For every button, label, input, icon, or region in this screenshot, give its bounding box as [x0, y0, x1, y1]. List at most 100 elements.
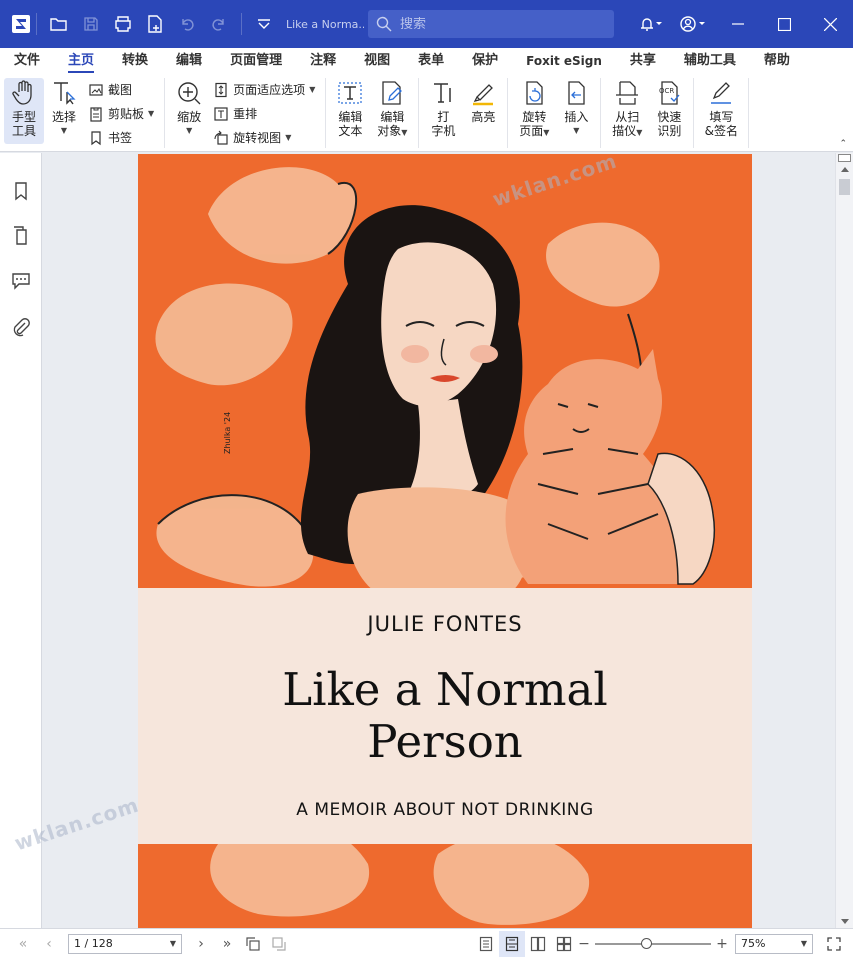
undo-icon[interactable]	[171, 8, 203, 40]
edit-object-button[interactable]: 编辑 对象▼	[370, 78, 414, 140]
menu-accessibility[interactable]: 辅助工具	[670, 48, 750, 74]
scrollbar-thumb[interactable]	[839, 179, 850, 195]
zoom-slider-knob[interactable]	[641, 937, 652, 949]
notification-bell-icon[interactable]	[631, 8, 671, 40]
menu-comment[interactable]: 注释	[296, 48, 350, 74]
fill-sign-button[interactable]: 填写 &签名	[698, 78, 744, 138]
hand-tool-button[interactable]: 手型 工具	[4, 78, 44, 144]
page-dropdown-chevron-icon[interactable]: ▼	[170, 939, 176, 948]
pdf-page: Zhulka '24 JULIE FONTES Like a Normal Pe…	[138, 154, 752, 928]
separator	[241, 13, 242, 35]
bookmark-icon	[88, 130, 104, 146]
facing-view-icon[interactable]	[525, 931, 551, 957]
menu-organize[interactable]: 页面管理	[216, 48, 296, 74]
book-subtitle: A MEMOIR ABOUT NOT DRINKING	[296, 800, 594, 820]
scroll-down-arrow-icon[interactable]	[841, 919, 849, 924]
quick-ocr-button[interactable]: OCR 快速 识别	[649, 78, 689, 138]
menu-file[interactable]: 文件	[0, 48, 54, 74]
from-scanner-button[interactable]: 从扫 描仪▼	[605, 78, 649, 140]
bookmarks-panel-icon[interactable]	[11, 181, 31, 201]
scroll-up-arrow-icon[interactable]	[841, 167, 849, 172]
menu-bar: 文件 主页 转换 编辑 页面管理 注释 视图 表单 保护 Foxit eSign…	[0, 48, 853, 74]
clipboard-button[interactable]: 剪贴板 ▼	[88, 103, 154, 124]
vertical-scrollbar[interactable]	[835, 153, 853, 928]
search-input[interactable]	[400, 16, 600, 32]
reflow-icon	[213, 106, 229, 122]
ribbon-group-view: 缩放 ▼ 页面适应选项 ▼ 重排 旋转视图 ▼	[165, 78, 327, 148]
customize-toolbar-chevron-icon[interactable]	[248, 8, 280, 40]
next-page-icon[interactable]: ›	[188, 931, 214, 957]
new-document-icon[interactable]	[139, 8, 171, 40]
ribbon-group-sign: 填写 &签名	[694, 78, 750, 148]
menu-edit[interactable]: 编辑	[162, 48, 216, 74]
pen-sign-icon	[708, 80, 734, 106]
attachments-panel-icon[interactable]	[11, 317, 31, 337]
open-folder-icon[interactable]	[43, 8, 75, 40]
edit-text-button[interactable]: 编辑 文本	[330, 78, 370, 138]
menu-form[interactable]: 表单	[404, 48, 458, 74]
menu-protect[interactable]: 保护	[458, 48, 512, 74]
ribbon-toolbar: 手型 工具 选择 ▼ 截图 剪贴板 ▼ 书签 缩放 ▼ 页面适应选项 ▼ 重排 …	[0, 74, 853, 152]
continuous-facing-view-icon[interactable]	[551, 931, 577, 957]
menu-foxit-esign[interactable]: Foxit eSign	[512, 48, 616, 74]
zoom-level-select[interactable]: 75% ▼	[735, 933, 813, 954]
select-tool-button[interactable]: 选择 ▼	[44, 78, 84, 138]
split-view-handle[interactable]	[838, 154, 851, 162]
zoom-button[interactable]: 缩放 ▼	[169, 78, 209, 138]
collapse-ribbon-icon[interactable]: ⌃	[839, 139, 847, 149]
menu-help[interactable]: 帮助	[750, 48, 804, 74]
svg-text:OCR: OCR	[659, 87, 674, 95]
previous-view-icon[interactable]	[240, 931, 266, 957]
status-bar: « ‹ 1 / 128 ▼ › » − + 75% ▼	[0, 928, 853, 958]
page-fit-options-button[interactable]: 页面适应选项 ▼	[213, 79, 315, 100]
menu-view[interactable]: 视图	[350, 48, 404, 74]
search-icon	[376, 16, 392, 32]
zoom-in-icon	[176, 80, 202, 106]
menu-convert[interactable]: 转换	[108, 48, 162, 74]
next-view-icon[interactable]	[266, 931, 292, 957]
save-icon[interactable]	[75, 8, 107, 40]
ribbon-group-annotate: 打 字机 高亮	[419, 78, 509, 148]
redo-icon[interactable]	[203, 8, 235, 40]
full-screen-icon[interactable]	[821, 931, 847, 957]
highlight-button[interactable]: 高亮	[463, 78, 503, 124]
document-viewer[interactable]: Zhulka '24 JULIE FONTES Like a Normal Pe…	[42, 153, 835, 928]
screenshot-button[interactable]: 截图	[88, 79, 154, 100]
print-icon[interactable]	[107, 8, 139, 40]
rotate-page-button[interactable]: 旋转 页面▼	[512, 78, 556, 140]
account-user-icon[interactable]	[671, 8, 715, 40]
bookmark-button[interactable]: 书签	[88, 127, 154, 148]
rotate-view-button[interactable]: 旋转视图 ▼	[213, 127, 315, 148]
continuous-view-icon[interactable]	[499, 930, 525, 957]
comments-panel-icon[interactable]	[11, 270, 31, 290]
pages-panel-icon[interactable]	[11, 226, 31, 246]
highlighter-icon	[470, 80, 496, 106]
close-icon[interactable]	[807, 0, 853, 48]
ribbon-group-pages: 旋转 页面▼ 插入 ▼	[508, 78, 602, 148]
reflow-button[interactable]: 重排	[213, 103, 315, 124]
page-fit-icon	[213, 82, 229, 98]
menu-home[interactable]: 主页	[54, 48, 108, 74]
last-page-icon[interactable]: »	[214, 931, 240, 957]
separator	[36, 13, 37, 35]
zoom-in-small-icon[interactable]: +	[715, 931, 729, 957]
zoom-slider[interactable]	[595, 937, 711, 949]
search-box[interactable]	[368, 10, 614, 38]
minimize-icon[interactable]	[715, 0, 761, 48]
text-select-icon	[51, 80, 77, 106]
ribbon-group-tools: 手型 工具 选择 ▼ 截图 剪贴板 ▼ 书签	[0, 78, 166, 148]
zoom-dropdown-chevron-icon[interactable]: ▼	[801, 939, 807, 948]
insert-button[interactable]: 插入 ▼	[556, 78, 596, 138]
first-page-icon[interactable]: «	[10, 931, 36, 957]
page-number-input[interactable]: 1 / 128 ▼	[68, 933, 182, 954]
previous-page-icon[interactable]: ‹	[36, 931, 62, 957]
illustration-signature: Zhulka '24	[223, 412, 232, 454]
maximize-icon[interactable]	[761, 0, 807, 48]
book-title: Like a Normal Person	[138, 664, 752, 768]
rotate-page-icon	[521, 80, 547, 106]
menu-share[interactable]: 共享	[616, 48, 670, 74]
zoom-out-icon[interactable]: −	[577, 931, 591, 957]
app-logo-icon	[12, 15, 30, 33]
typewriter-button[interactable]: 打 字机	[423, 78, 463, 138]
single-page-view-icon[interactable]	[473, 931, 499, 957]
